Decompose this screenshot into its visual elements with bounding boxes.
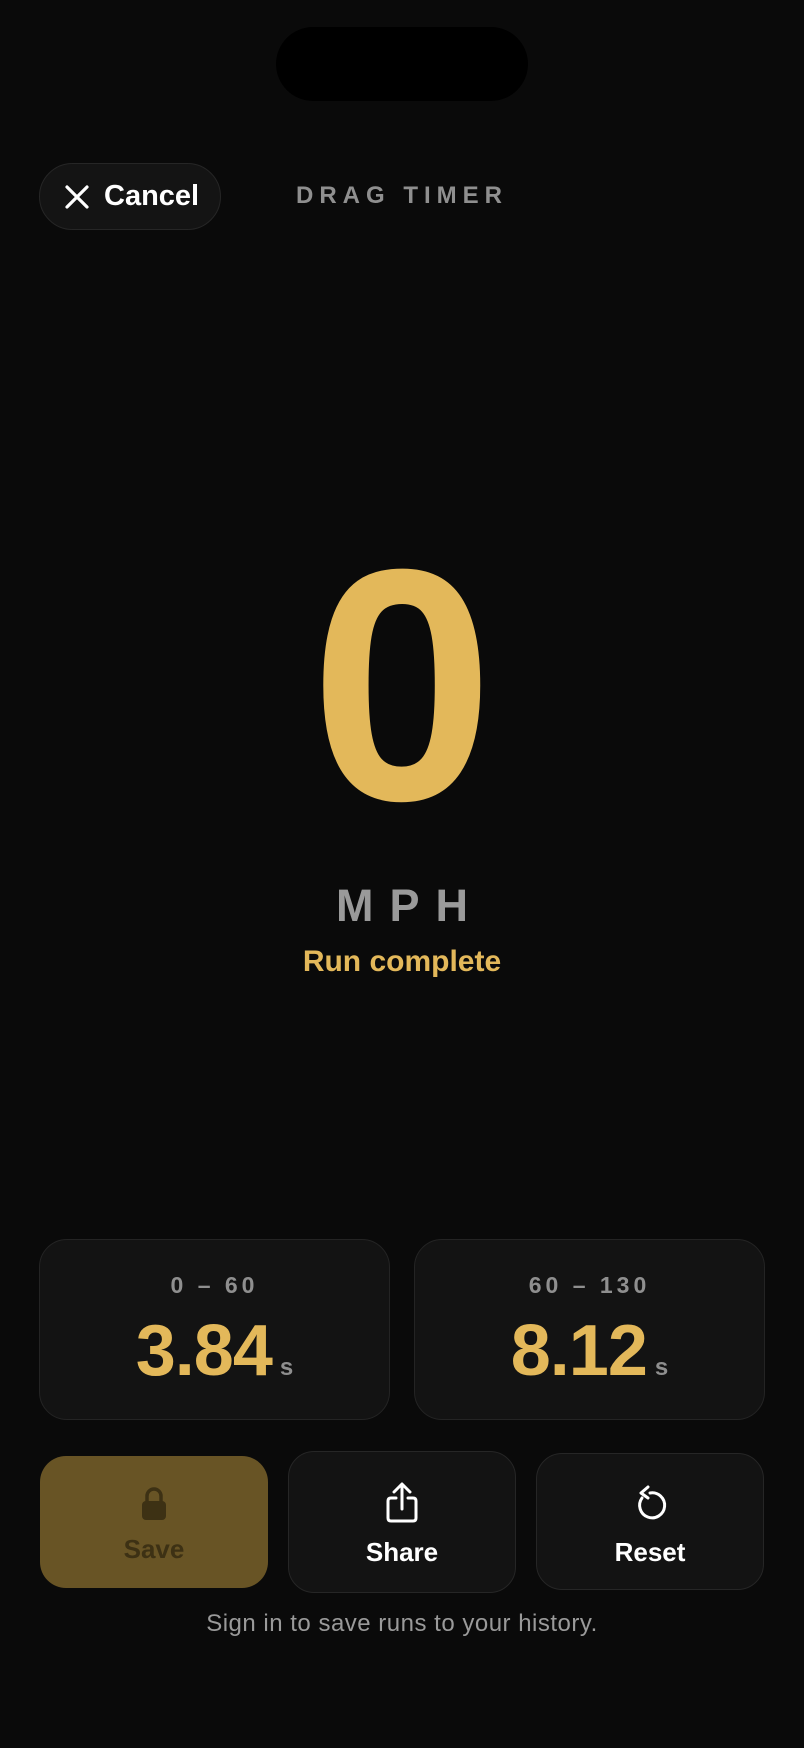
- sign-in-hint: Sign in to save runs to your history.: [206, 1610, 598, 1637]
- cancel-button[interactable]: Cancel: [39, 163, 221, 230]
- dynamic-island: [276, 27, 528, 101]
- speed-unit: MPH: [336, 880, 484, 931]
- split-card-60-130: 60 – 130 8.12 s: [414, 1239, 765, 1420]
- split-time: 3.84: [135, 1311, 273, 1391]
- reset-button[interactable]: Reset: [536, 1453, 764, 1590]
- save-label: Save: [123, 1534, 185, 1564]
- split-value-row: 3.84 s: [40, 1310, 389, 1392]
- split-value-row: 8.12 s: [415, 1310, 764, 1392]
- speed-readout: 0: [310, 500, 494, 869]
- split-unit: s: [279, 1354, 294, 1381]
- close-icon: [64, 184, 90, 210]
- share-icon: [289, 1482, 515, 1524]
- lock-icon: [40, 1486, 268, 1522]
- split-label: 0 – 60: [170, 1272, 259, 1298]
- share-label: Share: [365, 1537, 439, 1567]
- split-unit: s: [654, 1354, 669, 1381]
- share-button[interactable]: Share: [288, 1451, 516, 1593]
- split-label: 60 – 130: [528, 1272, 651, 1298]
- page-title: DRAG TIMER: [296, 182, 508, 209]
- split-time: 8.12: [510, 1311, 648, 1391]
- reset-label: Reset: [614, 1537, 686, 1567]
- save-button[interactable]: Save: [40, 1456, 268, 1588]
- split-card-0-60: 0 – 60 3.84 s: [39, 1239, 390, 1420]
- run-status: Run complete: [302, 945, 502, 978]
- reset-icon: [537, 1485, 763, 1523]
- cancel-label: Cancel: [104, 180, 200, 212]
